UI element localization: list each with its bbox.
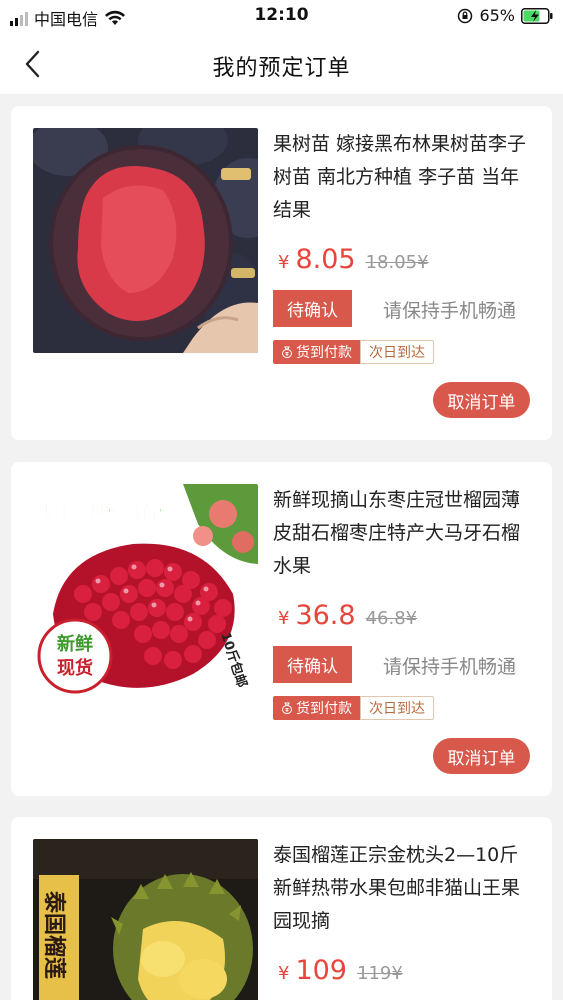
service-tags: 货到付款 次日到达 — [273, 340, 434, 364]
rotation-lock-icon — [458, 8, 473, 23]
order-card: 果树苗 嫁接黑布林果树苗李子树苗 南北方种植 李子苗 当年结果 ¥ 8.05 1… — [11, 106, 552, 440]
price-row: ¥ 36.8 46.8¥ — [278, 600, 417, 631]
money-bag-icon — [282, 702, 292, 714]
cancel-order-button[interactable]: 取消订单 — [433, 738, 530, 774]
product-title[interactable]: 泰国榴莲正宗金枕头2—10斤新鲜热带水果包邮非猫山王果园现摘 — [273, 839, 533, 938]
price-row: ¥ 109 119¥ — [278, 955, 403, 986]
image-caption: 枣庄冠世榴园石榴 — [37, 502, 174, 523]
order-status-badge: 待确认 — [273, 646, 352, 683]
cod-tag: 货到付款 — [273, 696, 360, 720]
price: 109 — [295, 955, 347, 986]
product-image-pomegranate[interactable]: 枣庄冠世榴园石榴 新鲜 现货 10斤包邮 — [33, 484, 258, 709]
price: 8.05 — [295, 244, 356, 275]
fresh-stock-badge: 新鲜 现货 — [37, 618, 113, 694]
order-card: 枣庄冠世榴园石榴 新鲜 现货 10斤包邮 新鲜现摘山东枣庄冠世榴园薄皮甜石榴枣庄… — [11, 462, 552, 796]
cod-label: 货到付款 — [296, 345, 352, 361]
original-price: 46.8¥ — [365, 608, 418, 629]
status-right: 65% — [457, 6, 553, 25]
original-price: 119¥ — [357, 963, 403, 984]
order-status-badge: 待确认 — [273, 290, 352, 327]
service-tags: 货到付款 次日到达 — [273, 696, 434, 720]
battery-percent: 65% — [479, 6, 515, 25]
page-title: 我的预定订单 — [212, 56, 351, 81]
badge-line2: 现货 — [57, 657, 93, 679]
currency-symbol: ¥ — [278, 608, 290, 629]
status-note: 请保持手机畅通 — [383, 300, 517, 322]
cancel-order-button[interactable]: 取消订单 — [433, 382, 530, 418]
battery-icon — [521, 7, 553, 24]
delivery-tag: 次日到达 — [360, 340, 434, 364]
product-title[interactable]: 新鲜现摘山东枣庄冠世榴园薄皮甜石榴枣庄特产大马牙石榴水果 — [273, 484, 533, 583]
price-row: ¥ 8.05 18.05¥ — [278, 244, 429, 275]
status-bar: 中国电信 12:10 65% — [0, 0, 563, 34]
order-card: 泰国榴莲 泰国榴莲正宗金枕头2—10斤新鲜热带水果包邮非猫山王果园现摘 ¥ 10… — [11, 817, 552, 1000]
original-price: 18.05¥ — [365, 252, 429, 273]
badge-line1: 新鲜 — [57, 633, 93, 655]
currency-symbol: ¥ — [278, 963, 290, 984]
product-title[interactable]: 果树苗 嫁接黑布林果树苗李子树苗 南北方种植 李子苗 当年结果 — [273, 128, 533, 227]
cod-tag: 货到付款 — [273, 340, 360, 364]
delivery-tag: 次日到达 — [360, 696, 434, 720]
price: 36.8 — [295, 600, 356, 631]
money-bag-icon — [282, 346, 292, 358]
product-image-plum[interactable] — [33, 128, 258, 353]
cod-label: 货到付款 — [296, 701, 352, 717]
product-image-durian[interactable]: 泰国榴莲 — [33, 839, 258, 1000]
status-note: 请保持手机畅通 — [383, 656, 517, 678]
nav-bar: 我的预定订单 — [0, 34, 563, 94]
currency-symbol: ¥ — [278, 252, 290, 273]
image-caption: 泰国榴莲 — [41, 890, 67, 979]
